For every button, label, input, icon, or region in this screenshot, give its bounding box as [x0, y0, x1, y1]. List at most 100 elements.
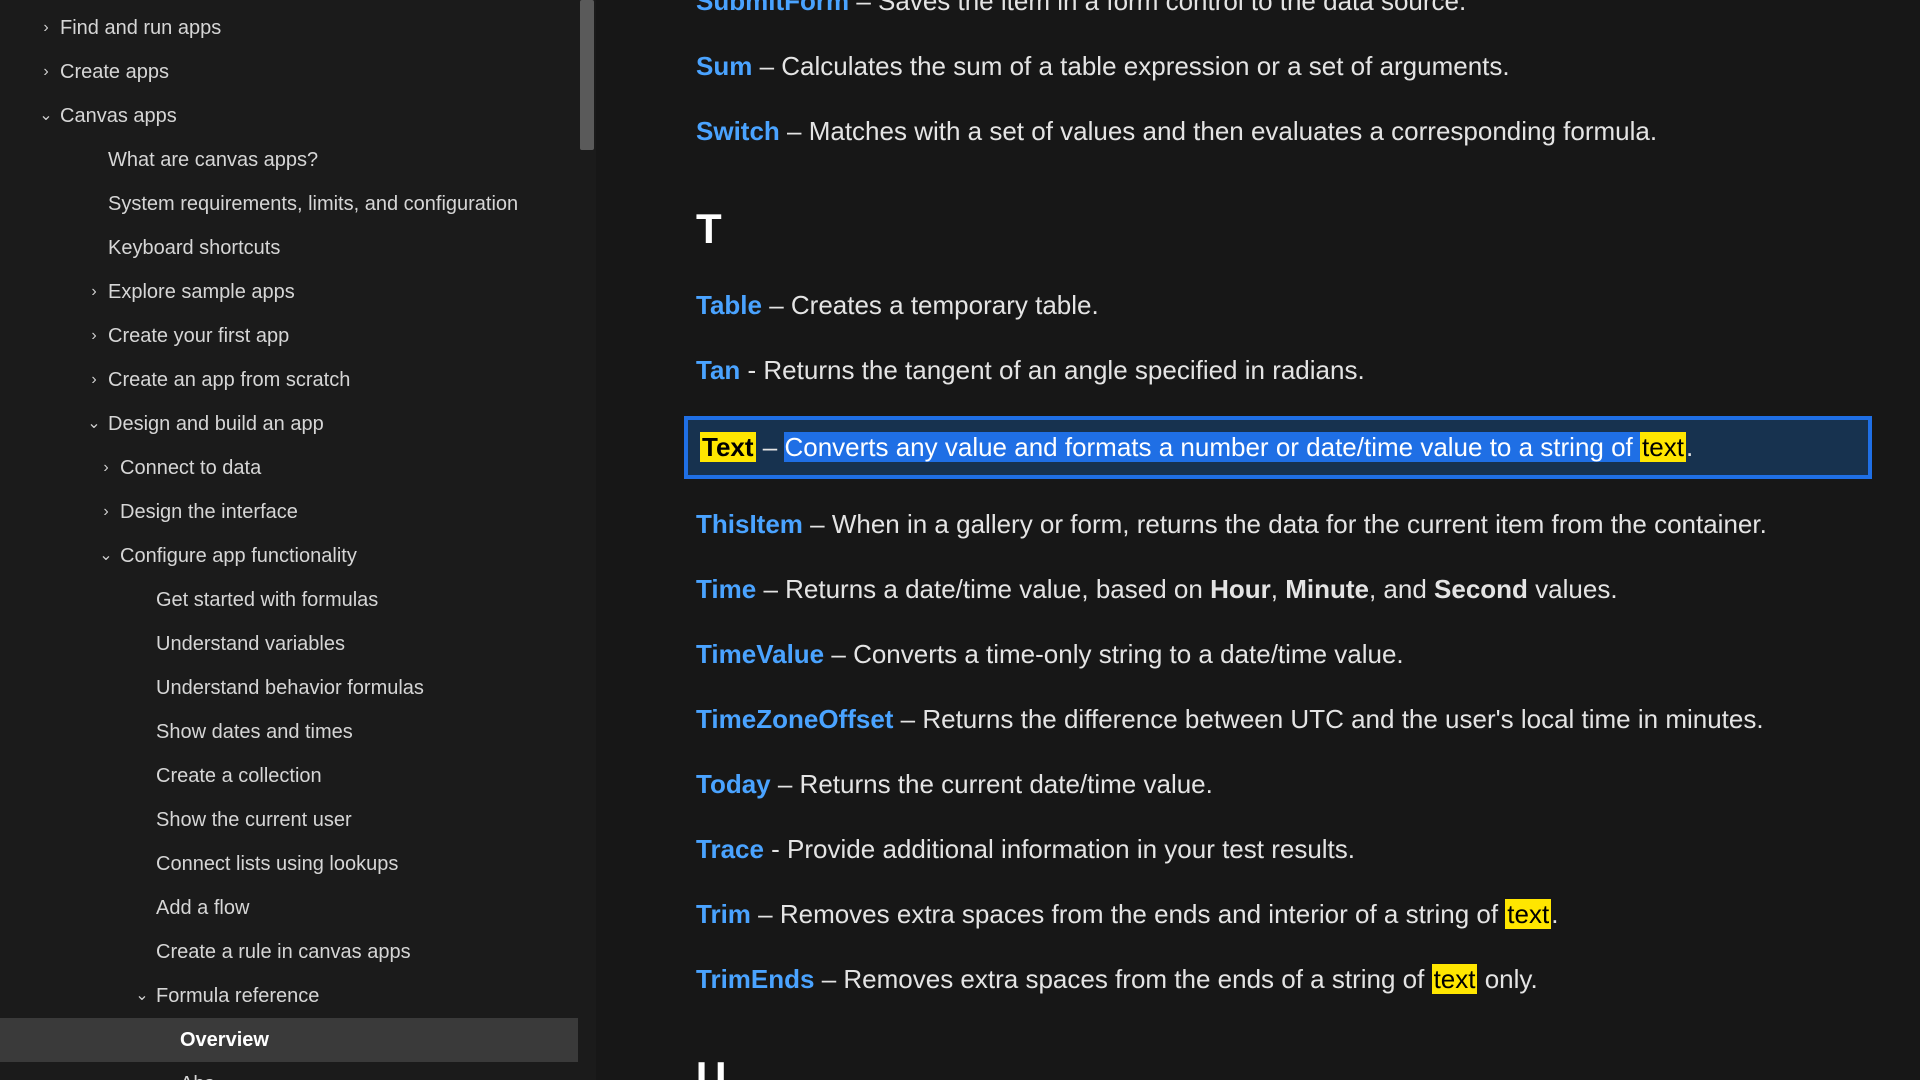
fn-link-timevalue[interactable]: TimeValue	[696, 639, 824, 669]
chevron-right-icon: ›	[84, 368, 104, 392]
fn-entry: ThisItem – When in a gallery or form, re…	[696, 505, 1860, 544]
chevron-down-icon: ⌄	[84, 412, 104, 436]
sidebar-item-label: Explore sample apps	[108, 277, 295, 307]
chevron-down-icon: ⌄	[132, 984, 152, 1008]
sidebar-item-label: Add a flow	[156, 893, 249, 923]
fn-entry-trimends: TrimEnds – Removes extra spaces from the…	[696, 960, 1860, 999]
fn-entry: Sum – Calculates the sum of a table expr…	[696, 47, 1860, 86]
doc-content: SubmitForm – Saves the item in a form co…	[596, 0, 1920, 1080]
sidebar-item-show-dates-and-times[interactable]: Show dates and times	[0, 710, 596, 754]
chevron-right-icon: ›	[96, 456, 116, 480]
sidebar-item-create-your-first-app[interactable]: ›Create your first app	[0, 314, 596, 358]
sidebar-item-canvas-apps[interactable]: ⌄Canvas apps	[0, 94, 596, 138]
fn-link-trim[interactable]: Trim	[696, 899, 751, 929]
sidebar-item-abs[interactable]: Abs	[0, 1062, 596, 1080]
scrollbar-thumb[interactable]	[580, 0, 594, 150]
fn-entry: Today – Returns the current date/time va…	[696, 765, 1860, 804]
fn-link-timezoneoffset[interactable]: TimeZoneOffset	[696, 704, 893, 734]
sidebar-item-explore-sample-apps[interactable]: ›Explore sample apps	[0, 270, 596, 314]
tail: .	[1551, 899, 1558, 929]
fn-link-text[interactable]: Text	[700, 432, 756, 462]
fn-entry-trim: Trim – Removes extra spaces from the end…	[696, 895, 1860, 934]
sidebar-item-label: Show the current user	[156, 805, 352, 835]
chevron-down-icon: ⌄	[96, 544, 116, 568]
fn-desc: – Matches with a set of values and then …	[780, 116, 1657, 146]
fn-desc: – Removes extra spaces from the ends of …	[814, 964, 1431, 994]
scrollbar-track	[578, 0, 596, 1080]
fn-desc: – Calculates the sum of a table expressi…	[752, 51, 1509, 81]
sidebar-item-label: Design and build an app	[108, 409, 324, 439]
sep: –	[756, 432, 785, 462]
highlight-text: text	[1432, 964, 1478, 994]
fn-desc: – Saves the item in a form control to th…	[849, 0, 1466, 16]
sidebar-item-create-an-app-from-scratch[interactable]: ›Create an app from scratch	[0, 358, 596, 402]
sidebar-item-label: Create apps	[60, 57, 169, 87]
sidebar-item-label: What are canvas apps?	[108, 145, 318, 175]
sidebar-item-understand-behavior-formulas[interactable]: Understand behavior formulas	[0, 666, 596, 710]
sidebar-item-label: Connect lists using lookups	[156, 849, 398, 879]
sidebar-item-label: Keyboard shortcuts	[108, 233, 280, 263]
selected-text: Converts any value and formats a number …	[784, 432, 1640, 462]
fn-link-today[interactable]: Today	[696, 769, 771, 799]
sidebar-item-label: Formula reference	[156, 981, 319, 1011]
fn-link-sum[interactable]: Sum	[696, 51, 752, 81]
sidebar-item-connect-lists-using-lookups[interactable]: Connect lists using lookups	[0, 842, 596, 886]
sidebar-item-what-are-canvas-apps[interactable]: What are canvas apps?	[0, 138, 596, 182]
highlight-text: text	[1505, 899, 1551, 929]
sidebar-item-label: Abs	[180, 1069, 214, 1080]
sidebar-item-show-the-current-user[interactable]: Show the current user	[0, 798, 596, 842]
tail: .	[1686, 432, 1693, 462]
sidebar-item-design-the-interface[interactable]: ›Design the interface	[0, 490, 596, 534]
fn-entry-time: Time – Returns a date/time value, based …	[696, 570, 1860, 609]
fn-link-trimends[interactable]: TrimEnds	[696, 964, 814, 994]
sidebar-item-create-a-collection[interactable]: Create a collection	[0, 754, 596, 798]
fn-link-time[interactable]: Time	[696, 574, 756, 604]
fn-link-table[interactable]: Table	[696, 290, 762, 320]
fn-link-tan[interactable]: Tan	[696, 355, 740, 385]
sidebar-item-create-a-rule-in-canvas-apps[interactable]: Create a rule in canvas apps	[0, 930, 596, 974]
chevron-right-icon: ›	[36, 16, 56, 40]
fn-entry: SubmitForm – Saves the item in a form co…	[696, 0, 1860, 21]
fn-entry: Switch – Matches with a set of values an…	[696, 112, 1860, 151]
sidebar-item-create-apps[interactable]: ›Create apps	[0, 50, 596, 94]
sidebar-item-label: Canvas apps	[60, 101, 177, 131]
fn-desc: – When in a gallery or form, returns the…	[803, 509, 1767, 539]
sidebar-item-label: Create a collection	[156, 761, 322, 791]
sidebar-item-label: Create an app from scratch	[108, 365, 350, 395]
nav-sidebar: ›Find and run apps›Create apps⌄Canvas ap…	[0, 0, 596, 1080]
sidebar-item-configure-app-functionality[interactable]: ⌄Configure app functionality	[0, 534, 596, 578]
sidebar-item-understand-variables[interactable]: Understand variables	[0, 622, 596, 666]
section-letter-u: U	[696, 1045, 1860, 1080]
sidebar-item-formula-reference[interactable]: ⌄Formula reference	[0, 974, 596, 1018]
fn-link-trace[interactable]: Trace	[696, 834, 764, 864]
fn-entry: Table – Creates a temporary table.	[696, 286, 1860, 325]
fn-desc: – Returns the difference between UTC and…	[893, 704, 1763, 734]
sidebar-item-find-and-run-apps[interactable]: ›Find and run apps	[0, 6, 596, 50]
fn-entry: Tan - Returns the tangent of an angle sp…	[696, 351, 1860, 390]
fn-link-thisitem[interactable]: ThisItem	[696, 509, 803, 539]
chevron-right-icon: ›	[36, 60, 56, 84]
fn-link-switch[interactable]: Switch	[696, 116, 780, 146]
fn-desc: – Converts a time-only string to a date/…	[824, 639, 1404, 669]
bold-hour: Hour	[1210, 574, 1271, 604]
sidebar-item-label: Connect to data	[120, 453, 261, 483]
highlight-text: text	[1640, 432, 1686, 462]
sidebar-item-label: Understand variables	[156, 629, 345, 659]
section-letter-t: T	[696, 197, 1860, 260]
chevron-right-icon: ›	[84, 280, 104, 304]
sidebar-item-system-requirements-limits-and-configuration[interactable]: System requirements, limits, and configu…	[0, 182, 596, 226]
sidebar-item-label: Configure app functionality	[120, 541, 357, 571]
fn-entry-text-selected: Text – Converts any value and formats a …	[684, 416, 1872, 479]
sidebar-item-design-and-build-an-app[interactable]: ⌄Design and build an app	[0, 402, 596, 446]
fn-link-submitform[interactable]: SubmitForm	[696, 0, 849, 16]
sidebar-item-connect-to-data[interactable]: ›Connect to data	[0, 446, 596, 490]
sidebar-item-label: Create your first app	[108, 321, 289, 351]
sidebar-item-add-a-flow[interactable]: Add a flow	[0, 886, 596, 930]
sidebar-item-get-started-with-formulas[interactable]: Get started with formulas	[0, 578, 596, 622]
sidebar-item-label: Create a rule in canvas apps	[156, 937, 411, 967]
sidebar-item-overview[interactable]: Overview	[0, 1018, 596, 1062]
fn-desc: – Removes extra spaces from the ends and…	[751, 899, 1505, 929]
fn-desc: – Creates a temporary table.	[762, 290, 1099, 320]
sidebar-item-keyboard-shortcuts[interactable]: Keyboard shortcuts	[0, 226, 596, 270]
sidebar-item-label: Get started with formulas	[156, 585, 378, 615]
